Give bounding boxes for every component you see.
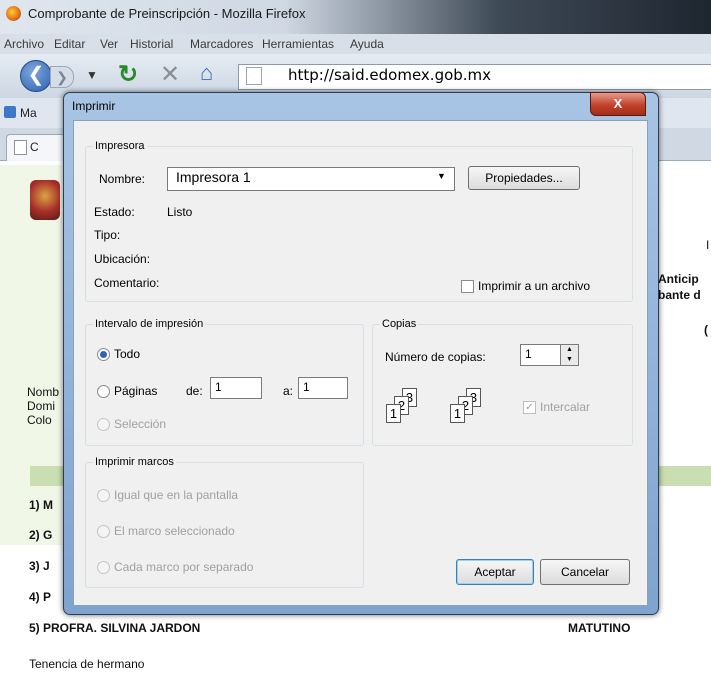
list-item: 2) G — [29, 528, 53, 542]
forward-arrow-icon[interactable]: ❯ — [50, 66, 74, 88]
print-frames-legend: Imprimir marcos — [93, 456, 176, 468]
range-from-label: de: — [186, 384, 203, 398]
menu-herramientas[interactable]: Herramientas — [262, 37, 334, 51]
bookmark-icon — [4, 106, 16, 118]
frames-each-label: Cada marco por separado — [114, 560, 254, 574]
list-item: 3) J — [29, 559, 50, 573]
range-to-input[interactable]: 1 — [298, 377, 348, 399]
range-pages-label: Páginas — [114, 384, 158, 398]
status-label: Estado: — [94, 205, 135, 219]
collate-page-icon: 1 — [450, 404, 465, 423]
url-text[interactable]: http://said.edomex.gob.mx — [288, 66, 491, 84]
copies-spinner-icon[interactable]: ▲ ▼ — [560, 344, 579, 366]
frames-as-screen-label: Igual que en la pantalla — [114, 488, 239, 502]
collate-illustration-icon: 3 2 1 — [450, 388, 510, 428]
menu-archivo[interactable]: Archivo — [4, 37, 44, 51]
printer-group-legend: Impresora — [93, 140, 147, 152]
status-value: Listo — [167, 205, 193, 219]
collate-page-icon: 1 — [386, 404, 401, 423]
frames-as-screen-radio[interactable] — [97, 489, 110, 502]
list-item-shift: MATUTINO — [568, 621, 631, 635]
list-item: 4) P — [29, 590, 52, 604]
menu-editar[interactable]: Editar — [54, 37, 85, 51]
tab-label[interactable]: C — [30, 140, 39, 154]
print-to-file-label: Imprimir a un archivo — [478, 279, 591, 293]
copies-legend: Copias — [380, 318, 419, 330]
close-icon[interactable]: X — [590, 92, 646, 116]
page-fragment: Colo — [27, 413, 52, 427]
list-item-name: 5) PROFRA. SILVINA JARDON — [29, 621, 201, 635]
printer-name-label: Nombre: — [99, 172, 146, 186]
collate-checkbox[interactable]: ✓ — [523, 401, 536, 414]
range-to-label: a: — [283, 384, 294, 398]
frames-each-radio[interactable] — [97, 561, 110, 574]
range-pages-radio[interactable] — [97, 385, 110, 398]
window-title: Comprobante de Preinscripción - Mozilla … — [28, 6, 306, 21]
home-icon[interactable]: ⌂ — [200, 60, 213, 86]
menu-marcadores[interactable]: Marcadores — [190, 37, 253, 51]
range-from-value: 1 — [215, 380, 222, 394]
print-to-file-checkbox[interactable] — [461, 280, 474, 293]
firefox-logo-icon — [6, 6, 21, 21]
page-fragment: I — [706, 238, 710, 252]
menu-historial[interactable]: Historial — [130, 37, 173, 51]
back-arrow-icon[interactable]: ❮ — [20, 60, 52, 92]
range-from-input[interactable]: 1 — [210, 377, 262, 399]
page-side-panel — [0, 165, 62, 545]
page-fragment: Domi — [27, 399, 56, 413]
frames-selected-label: El marco seleccionado — [114, 524, 235, 538]
history-dropdown-icon[interactable]: ▼ — [86, 68, 98, 82]
range-all-label: Todo — [114, 347, 141, 361]
government-seal-icon — [30, 180, 60, 220]
page-fragment: bante d — [658, 288, 701, 302]
range-to-value: 1 — [303, 380, 310, 394]
chevron-down-icon[interactable]: ▼ — [437, 171, 446, 181]
ok-button[interactable]: Aceptar — [456, 559, 534, 585]
cancel-button[interactable]: Cancelar — [540, 559, 630, 585]
page-fragment: Anticip — [658, 272, 699, 286]
bookmark-item[interactable]: Ma — [20, 106, 37, 120]
tab-page-icon — [14, 140, 27, 155]
dialog-title: Imprimir — [72, 99, 116, 113]
range-all-radio[interactable] — [97, 348, 110, 361]
copies-count-label: Número de copias: — [385, 350, 486, 364]
range-selection-radio[interactable] — [97, 418, 110, 431]
page-icon — [246, 67, 262, 85]
properties-button[interactable]: Propiedades... — [468, 166, 580, 190]
range-selection-label: Selección — [114, 417, 167, 431]
copies-count-value: 1 — [525, 347, 532, 361]
comment-label: Comentario: — [94, 276, 160, 290]
collate-label: Intercalar — [540, 400, 591, 414]
printer-select-value[interactable]: Impresora 1 — [176, 169, 251, 185]
print-range-legend: Intervalo de impresión — [93, 318, 206, 330]
page-fragment: ( — [704, 323, 708, 337]
menu-ver[interactable]: Ver — [100, 37, 118, 51]
menu-bar: Archivo Editar Ver Historial Marcadores … — [0, 34, 711, 54]
menu-ayuda[interactable]: Ayuda — [350, 37, 384, 51]
page-fragment: Nomb — [27, 385, 60, 399]
footer-text: Tenencia de hermano — [29, 657, 145, 671]
list-item: 1) M — [29, 498, 53, 512]
type-label: Tipo: — [94, 228, 121, 242]
collate-illustration-icon: 3 2 1 — [386, 388, 446, 428]
reload-icon[interactable]: ↻ — [118, 60, 138, 89]
copies-count-input[interactable]: 1 — [520, 344, 562, 366]
location-label: Ubicación: — [94, 252, 151, 266]
frames-selected-radio[interactable] — [97, 525, 110, 538]
stop-icon[interactable]: ✕ — [160, 60, 180, 89]
